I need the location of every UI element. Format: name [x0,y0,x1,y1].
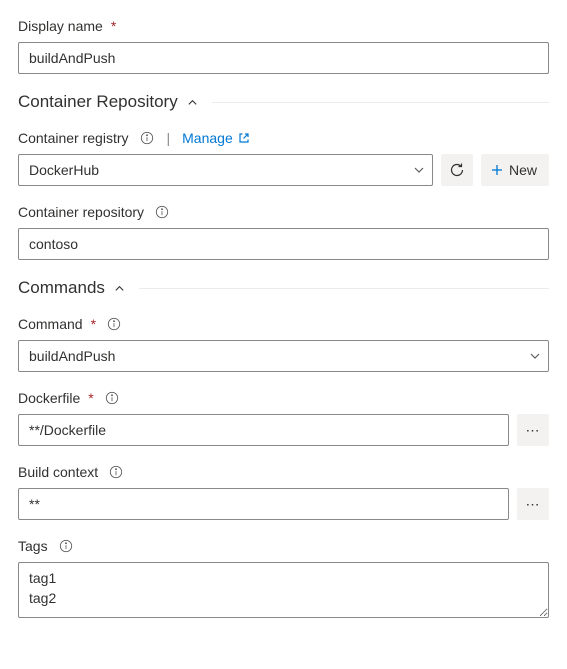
container-repository-label: Container repository [18,204,144,220]
section-title: Container Repository [18,92,178,112]
chevron-up-icon [113,281,127,295]
info-icon[interactable] [139,130,155,146]
new-button[interactable]: New [481,154,549,186]
container-registry-label: Container registry [18,130,129,146]
refresh-button[interactable] [441,154,473,186]
tags-textarea[interactable] [18,562,549,618]
section-divider [139,288,549,289]
section-divider [212,102,549,103]
tags-label: Tags [18,538,48,554]
plus-icon [489,162,505,178]
manage-link[interactable]: Manage [182,130,250,146]
separator: | [167,130,171,146]
required-indicator: * [111,18,116,34]
display-name-label: Display name [18,18,103,34]
container-registry-select[interactable]: DockerHub [18,154,433,186]
dockerfile-input[interactable] [18,414,509,446]
build-context-browse-button[interactable]: ⋯ [517,488,549,520]
command-select[interactable]: buildAndPush [18,340,549,372]
dockerfile-browse-button[interactable]: ⋯ [517,414,549,446]
ellipsis-icon: ⋯ [526,422,541,439]
build-context-label: Build context [18,464,98,480]
ellipsis-icon: ⋯ [526,496,541,513]
section-commands[interactable]: Commands [18,278,549,298]
external-link-icon [238,132,250,144]
info-icon[interactable] [106,316,122,332]
info-icon[interactable] [108,464,124,480]
info-icon[interactable] [58,538,74,554]
section-title: Commands [18,278,105,298]
info-icon[interactable] [154,204,170,220]
container-repository-input[interactable] [18,228,549,260]
command-label: Command [18,316,83,332]
required-indicator: * [91,316,96,332]
display-name-input[interactable] [18,42,549,74]
required-indicator: * [88,390,93,406]
info-icon[interactable] [104,390,120,406]
chevron-up-icon [186,95,200,109]
build-context-input[interactable] [18,488,509,520]
dockerfile-label: Dockerfile [18,390,80,406]
refresh-icon [449,162,465,178]
section-container-repository[interactable]: Container Repository [18,92,549,112]
